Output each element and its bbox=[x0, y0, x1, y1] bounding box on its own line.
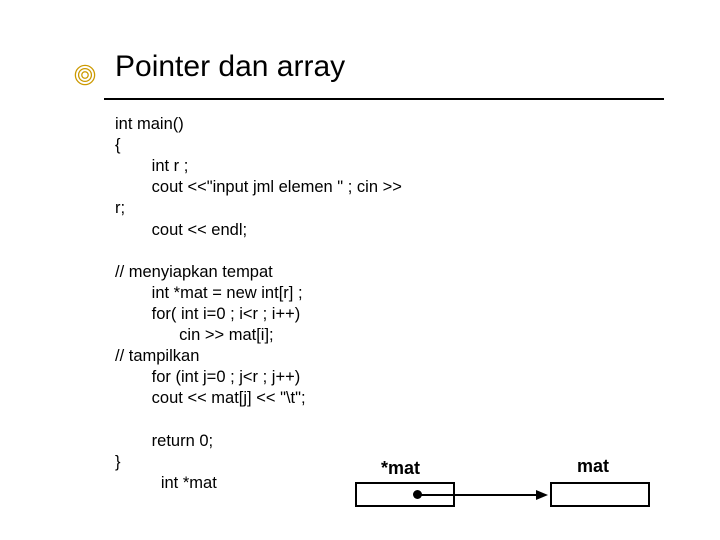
code-line: // menyiapkan tempat bbox=[115, 263, 273, 281]
code-line: return 0; bbox=[115, 432, 213, 450]
target-box bbox=[550, 482, 650, 507]
code-line: // tampilkan bbox=[115, 347, 199, 365]
code-block: int main() { int r ; cout <<"input jml e… bbox=[115, 114, 680, 494]
label-deref: *mat bbox=[381, 458, 420, 479]
slide: Pointer dan array int main() { int r ; c… bbox=[0, 0, 720, 540]
slide-title: Pointer dan array bbox=[115, 50, 680, 84]
arrow-right-icon bbox=[418, 492, 548, 502]
code-line: } bbox=[115, 453, 121, 471]
spiral-bullet-icon bbox=[74, 64, 96, 86]
code-line: r; bbox=[115, 199, 125, 217]
pointer-diagram: *mat mat bbox=[355, 462, 685, 522]
code-line: for (int j=0 ; j<r ; j++) bbox=[115, 368, 300, 386]
code-line: int r ; bbox=[115, 157, 188, 175]
code-line: cout <<"input jml elemen " ; cin >> bbox=[115, 178, 402, 196]
code-line: int main() bbox=[115, 115, 184, 133]
code-line: { bbox=[115, 136, 121, 154]
code-line: cout << endl; bbox=[115, 221, 247, 239]
title-underline bbox=[104, 98, 664, 100]
code-line: cin >> mat[i]; bbox=[115, 326, 274, 344]
label-mat: mat bbox=[577, 456, 609, 477]
code-line: cout << mat[j] << "\t"; bbox=[115, 389, 306, 407]
code-line: int *mat bbox=[115, 474, 217, 492]
code-line: int *mat = new int[r] ; bbox=[115, 284, 303, 302]
code-line: for( int i=0 ; i<r ; i++) bbox=[115, 305, 300, 323]
